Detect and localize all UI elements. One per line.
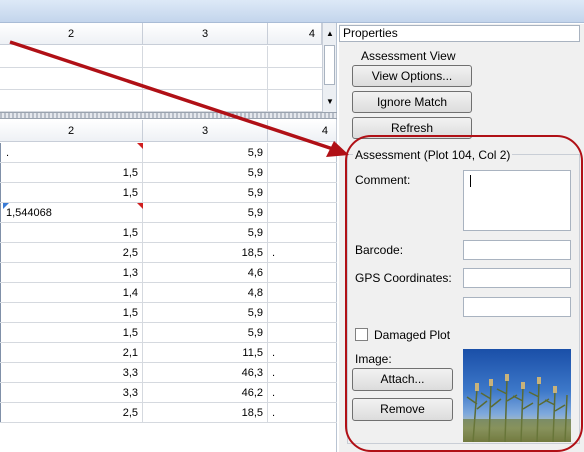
upper-row[interactable] <box>0 68 322 90</box>
scroll-down-icon[interactable]: ▼ <box>326 97 334 106</box>
cell-col-4[interactable] <box>268 203 337 223</box>
cell-col-4[interactable] <box>268 303 337 323</box>
row-marker <box>0 283 3 302</box>
cell-col-2[interactable]: 1,5 <box>0 303 143 323</box>
table-row[interactable]: 2,1 11,5. <box>0 343 337 363</box>
table-row[interactable]: 1,5 5,9 <box>0 303 337 323</box>
table-row[interactable]: 1,544068 5,9 <box>0 203 337 223</box>
cell-col-3[interactable]: 5,9 <box>143 143 268 163</box>
cell-col-2[interactable]: 2,5 <box>0 243 143 263</box>
cell-col-2[interactable]: 2,5 <box>0 403 143 423</box>
cell-col-2[interactable]: 1,4 <box>0 283 143 303</box>
lower-col-header-3[interactable]: 3 <box>143 120 268 142</box>
table-row[interactable]: 2,5 18,5. <box>0 403 337 423</box>
row-marker <box>0 223 3 242</box>
view-options-button[interactable]: View Options... <box>352 65 472 87</box>
cell-col-4[interactable]: . <box>268 343 337 363</box>
row-marker <box>0 143 3 162</box>
cell-col-4[interactable] <box>268 143 337 163</box>
upper-col-header-4[interactable]: 4 <box>268 23 322 45</box>
cell-col-4[interactable]: . <box>268 403 337 423</box>
cell-col-4[interactable] <box>268 283 337 303</box>
cell-col-4[interactable] <box>268 183 337 203</box>
table-row[interactable]: 3,3 46,3. <box>0 363 337 383</box>
cell-col-4[interactable] <box>268 263 337 283</box>
cell-col-2[interactable]: 1,5 <box>0 323 143 343</box>
cell-col-4[interactable]: . <box>268 243 337 263</box>
row-marker <box>0 383 3 402</box>
cell-col-2[interactable]: 1,3 <box>0 263 143 283</box>
cell-col-3[interactable]: 18,5 <box>143 403 268 423</box>
table-row[interactable]: 1,5 5,9 <box>0 323 337 343</box>
cell-col-3[interactable]: 18,5 <box>143 243 268 263</box>
scroll-thumb[interactable] <box>324 45 335 85</box>
row-marker <box>0 243 3 262</box>
assessment-view-label: Assessment View <box>361 49 456 63</box>
upper-column-header: 2 3 4 <box>0 23 322 45</box>
table-row[interactable]: 1,5 5,9 <box>0 163 337 183</box>
cell-col-2[interactable]: 2,1 <box>0 343 143 363</box>
row-marker <box>0 263 3 282</box>
cell-col-2[interactable]: 1,5 <box>0 163 143 183</box>
table-row[interactable]: 1,3 4,6 <box>0 263 337 283</box>
cell-col-3[interactable]: 46,3 <box>143 363 268 383</box>
table-row[interactable]: 1,5 5,9 <box>0 183 337 203</box>
properties-header: Properties <box>339 25 580 42</box>
selected-cell-indicator <box>3 203 9 209</box>
cell-col-3[interactable]: 5,9 <box>143 223 268 243</box>
row-marker <box>0 183 3 202</box>
cell-col-3[interactable]: 4,8 <box>143 283 268 303</box>
cell-col-2[interactable]: 3,3 <box>0 363 143 383</box>
row-marker <box>0 343 3 362</box>
cell-comment-indicator <box>137 203 143 209</box>
cell-col-3[interactable]: 5,9 <box>143 203 268 223</box>
cell-col-3[interactable]: 5,9 <box>143 303 268 323</box>
cell-col-2[interactable]: 1,5 <box>0 183 143 203</box>
cell-col-3[interactable]: 46,2 <box>143 383 268 403</box>
cell-col-4[interactable] <box>268 163 337 183</box>
cell-col-3[interactable]: 5,9 <box>143 323 268 343</box>
cell-col-2[interactable]: 1,544068 <box>0 203 143 223</box>
upper-col-header-2[interactable]: 2 <box>0 23 143 45</box>
table-row[interactable]: 1,5 5,9 <box>0 223 337 243</box>
cell-col-4[interactable] <box>268 223 337 243</box>
cell-comment-indicator <box>137 143 143 149</box>
grid-splitter[interactable] <box>0 112 337 119</box>
annotation-highlight-ellipse <box>345 135 583 452</box>
upper-row[interactable] <box>0 46 322 68</box>
row-marker <box>0 403 3 422</box>
window-title-bar <box>0 0 584 23</box>
row-marker <box>0 363 3 382</box>
cell-col-4[interactable]: . <box>268 383 337 403</box>
cell-col-3[interactable]: 4,6 <box>143 263 268 283</box>
cell-col-4[interactable]: . <box>268 363 337 383</box>
upper-vertical-scrollbar[interactable]: ▲ ▼ <box>322 23 336 112</box>
row-marker <box>0 303 3 322</box>
cell-col-3[interactable]: 5,9 <box>143 163 268 183</box>
ignore-match-button[interactable]: Ignore Match <box>352 91 472 113</box>
cell-col-3[interactable]: 5,9 <box>143 183 268 203</box>
row-marker <box>0 323 3 342</box>
cell-col-2[interactable]: . <box>0 143 143 163</box>
row-marker <box>0 163 3 182</box>
lower-col-header-2[interactable]: 2 <box>0 120 143 142</box>
upper-row[interactable] <box>0 90 322 112</box>
cell-col-4[interactable] <box>268 323 337 343</box>
cell-col-2[interactable]: 3,3 <box>0 383 143 403</box>
data-grid: 2 3 4 ▲ ▼ 2 3 4 . 5,9 1,5 5,9 1,5 5,9 1,544068… <box>0 23 337 452</box>
table-row[interactable]: 3,3 46,2. <box>0 383 337 403</box>
table-row[interactable]: . 5,9 <box>0 143 337 163</box>
upper-col-header-3[interactable]: 3 <box>143 23 268 45</box>
cell-col-2[interactable]: 1,5 <box>0 223 143 243</box>
lower-column-header: 2 3 4 <box>0 120 337 142</box>
table-row[interactable]: 2,5 18,5. <box>0 243 337 263</box>
scroll-up-icon[interactable]: ▲ <box>326 29 334 38</box>
table-row[interactable]: 1,4 4,8 <box>0 283 337 303</box>
lower-col-header-4[interactable]: 4 <box>268 120 337 142</box>
cell-col-3[interactable]: 11,5 <box>143 343 268 363</box>
